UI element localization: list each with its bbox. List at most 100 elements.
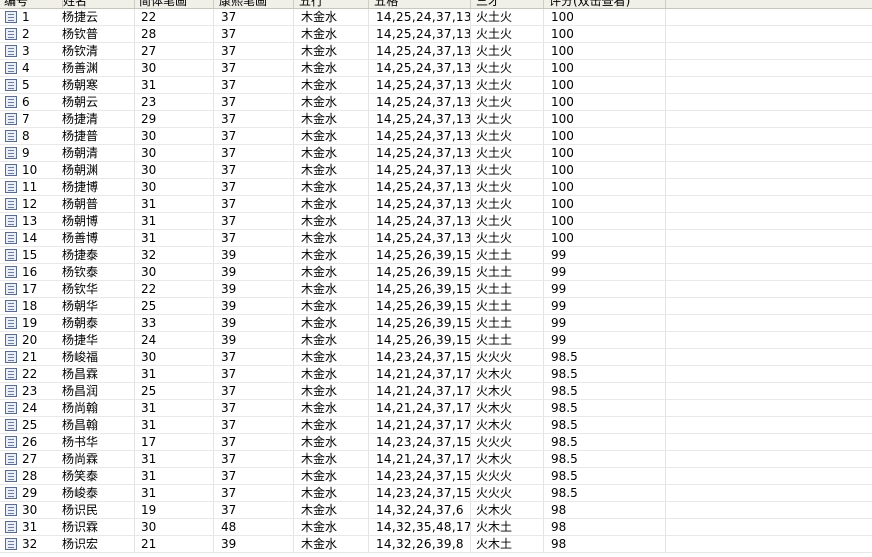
table-row[interactable]: 23 杨昌润 25 37 木金水 14,21,24,37,17 火木火 98.5 — [0, 383, 872, 400]
wuxing-value: 木金水 — [295, 213, 369, 229]
table-row[interactable]: 3 杨钦清 27 37 木金水 14,25,24,37,13 火土火 100 — [0, 43, 872, 60]
table-row[interactable]: 12 杨朝普 31 37 木金水 14,25,24,37,13 火土火 100 — [0, 196, 872, 213]
name-value: 杨昌润 — [62, 384, 99, 398]
header-col-number[interactable]: 编号 — [0, 0, 63, 8]
document-icon — [5, 181, 17, 193]
wuge-value: 14,21,24,37,17 — [370, 451, 471, 467]
row-filler — [667, 332, 872, 348]
document-icon — [5, 266, 17, 278]
header-col-kangxi-strokes[interactable]: 康熙笔画 — [215, 0, 294, 8]
wuge-value: 14,21,24,37,17 — [370, 366, 471, 382]
table-row[interactable]: 6 杨朝云 23 37 木金水 14,25,24,37,13 火土火 100 — [0, 94, 872, 111]
name-value: 杨善渊 — [62, 61, 99, 75]
wuxing-value: 木金水 — [295, 145, 369, 161]
table-row[interactable]: 27 杨尚霖 31 37 木金水 14,21,24,37,17 火木火 98.5 — [0, 451, 872, 468]
simplified-strokes-value: 22 — [135, 281, 214, 297]
results-list-view[interactable]: 编号 姓名 简体笔画 康熙笔画 五行 五格 三才 评分(双击查看) 1 杨捷云 22… — [0, 0, 872, 553]
table-row[interactable]: 31 杨识霖 30 48 木金水 14,32,35,48,17 火木土 98 — [0, 519, 872, 536]
wuge-value: 14,25,26,39,15 — [370, 281, 471, 297]
score-value: 98.5 — [545, 468, 666, 484]
kangxi-strokes-value: 37 — [215, 196, 294, 212]
wuxing-value: 木金水 — [295, 128, 369, 144]
score-value: 100 — [545, 196, 666, 212]
table-row[interactable]: 8 杨捷普 30 37 木金水 14,25,24,37,13 火土火 100 — [0, 128, 872, 145]
name-value: 杨识宏 — [62, 537, 99, 551]
document-icon — [5, 368, 17, 380]
table-row[interactable]: 25 杨昌翰 31 37 木金水 14,21,24,37,17 火木火 98.5 — [0, 417, 872, 434]
row-number: 2 — [22, 27, 30, 41]
header-col-name[interactable]: 姓名 — [59, 0, 135, 8]
sancai-value: 火土土 — [472, 281, 544, 297]
document-icon — [5, 436, 17, 448]
header-col-sancai[interactable]: 三才 — [472, 0, 544, 8]
kangxi-strokes-value: 37 — [215, 179, 294, 195]
table-row[interactable]: 10 杨朝渊 30 37 木金水 14,25,24,37,13 火土火 100 — [0, 162, 872, 179]
kangxi-strokes-value: 37 — [215, 349, 294, 365]
table-row[interactable]: 15 杨捷泰 32 39 木金水 14,25,26,39,15 火土土 99 — [0, 247, 872, 264]
name-value: 杨捷普 — [62, 129, 99, 143]
table-row[interactable]: 26 杨书华 17 37 木金水 14,23,24,37,15 火火火 98.5 — [0, 434, 872, 451]
wuxing-value: 木金水 — [295, 417, 369, 433]
score-value: 100 — [545, 9, 666, 25]
kangxi-strokes-value: 37 — [215, 451, 294, 467]
row-number: 20 — [22, 333, 38, 347]
row-number: 27 — [22, 452, 38, 466]
table-row[interactable]: 2 杨钦普 28 37 木金水 14,25,24,37,13 火土火 100 — [0, 26, 872, 43]
row-number: 23 — [22, 384, 38, 398]
header-col-simplified-strokes[interactable]: 简体笔画 — [135, 0, 214, 8]
score-value: 99 — [545, 298, 666, 314]
table-row[interactable]: 28 杨笑泰 31 37 木金水 14,23,24,37,15 火火火 98.5 — [0, 468, 872, 485]
table-row[interactable]: 21 杨峻福 30 37 木金水 14,23,24,37,15 火火火 98.5 — [0, 349, 872, 366]
row-number: 22 — [22, 367, 38, 381]
row-number: 26 — [22, 435, 38, 449]
row-number-cell: 15 杨捷泰 — [0, 247, 135, 263]
document-icon — [5, 198, 17, 210]
row-number-cell: 11 杨捷博 — [0, 179, 135, 195]
kangxi-strokes-value: 37 — [215, 43, 294, 59]
document-icon — [5, 113, 17, 125]
row-number-cell: 31 杨识霖 — [0, 519, 135, 535]
header-col-wuxing[interactable]: 五行 — [295, 0, 369, 8]
table-row[interactable]: 11 杨捷博 30 37 木金水 14,25,24,37,13 火土火 100 — [0, 179, 872, 196]
table-row[interactable]: 16 杨钦泰 30 39 木金水 14,25,26,39,15 火土土 99 — [0, 264, 872, 281]
row-filler — [667, 502, 872, 518]
table-row[interactable]: 32 杨识宏 21 39 木金水 14,32,26,39,8 火木土 98 — [0, 536, 872, 553]
row-number-cell: 2 杨钦普 — [0, 26, 135, 42]
sancai-value: 火土土 — [472, 264, 544, 280]
simplified-strokes-value: 33 — [135, 315, 214, 331]
kangxi-strokes-value: 48 — [215, 519, 294, 535]
document-icon — [5, 232, 17, 244]
header-col-wuge[interactable]: 五格 — [370, 0, 471, 8]
row-number-cell: 26 杨书华 — [0, 434, 135, 450]
name-value: 杨书华 — [62, 435, 99, 449]
score-value: 100 — [545, 111, 666, 127]
table-row[interactable]: 9 杨朝清 30 37 木金水 14,25,24,37,13 火土火 100 — [0, 145, 872, 162]
sancai-value: 火土火 — [472, 77, 544, 93]
score-value: 100 — [545, 145, 666, 161]
table-row[interactable]: 7 杨捷清 29 37 木金水 14,25,24,37,13 火土火 100 — [0, 111, 872, 128]
row-number: 18 — [22, 299, 38, 313]
table-row[interactable]: 1 杨捷云 22 37 木金水 14,25,24,37,13 火土火 100 — [0, 9, 872, 26]
name-value: 杨钦普 — [62, 27, 99, 41]
row-filler — [667, 315, 872, 331]
table-row[interactable]: 18 杨朝华 25 39 木金水 14,25,26,39,15 火土土 99 — [0, 298, 872, 315]
table-row[interactable]: 24 杨尚翰 31 37 木金水 14,21,24,37,17 火木火 98.5 — [0, 400, 872, 417]
document-icon — [5, 402, 17, 414]
table-row[interactable]: 4 杨善渊 30 37 木金水 14,25,24,37,13 火土火 100 — [0, 60, 872, 77]
table-row[interactable]: 22 杨昌霖 31 37 木金水 14,21,24,37,17 火木火 98.5 — [0, 366, 872, 383]
table-row[interactable]: 14 杨善博 31 37 木金水 14,25,24,37,13 火土火 100 — [0, 230, 872, 247]
wuxing-value: 木金水 — [295, 196, 369, 212]
header-col-score[interactable]: 评分(双击查看) — [545, 0, 666, 8]
document-icon — [5, 470, 17, 482]
table-row[interactable]: 13 杨朝博 31 37 木金水 14,25,24,37,13 火土火 100 — [0, 213, 872, 230]
row-filler — [667, 94, 872, 110]
sancai-value: 火土土 — [472, 315, 544, 331]
name-value: 杨钦华 — [62, 282, 99, 296]
table-row[interactable]: 29 杨峻泰 31 37 木金水 14,23,24,37,15 火火火 98.5 — [0, 485, 872, 502]
score-value: 100 — [545, 213, 666, 229]
table-row[interactable]: 19 杨朝泰 33 39 木金水 14,25,26,39,15 火土土 99 — [0, 315, 872, 332]
table-row[interactable]: 17 杨钦华 22 39 木金水 14,25,26,39,15 火土土 99 — [0, 281, 872, 298]
table-row[interactable]: 20 杨捷华 24 39 木金水 14,25,26,39,15 火土土 99 — [0, 332, 872, 349]
table-row[interactable]: 30 杨识民 19 37 木金水 14,32,24,37,6 火木火 98 — [0, 502, 872, 519]
table-row[interactable]: 5 杨朝寒 31 37 木金水 14,25,24,37,13 火土火 100 — [0, 77, 872, 94]
